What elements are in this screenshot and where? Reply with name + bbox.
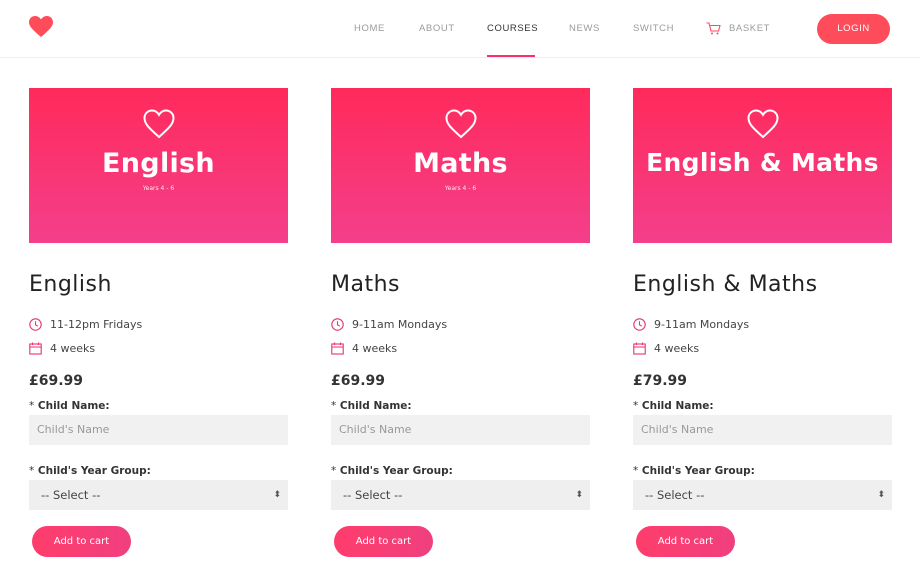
- child-name-label: * Child Name:: [331, 400, 412, 412]
- course-card-maths: Maths Years 4 - 6 Maths 9-11am Mondays 4…: [331, 88, 590, 557]
- child-name-label-text: Child Name:: [37, 400, 110, 412]
- course-card-english-maths: English & Maths English & Maths 9-11am M…: [633, 88, 892, 557]
- year-group-selected: -- Select --: [343, 488, 403, 502]
- course-time-text: 9-11am Mondays: [654, 318, 750, 331]
- year-group-label-text: Child's Year Group:: [37, 465, 151, 477]
- required-marker: *: [633, 465, 639, 477]
- year-group-selected: -- Select --: [41, 488, 101, 502]
- add-to-cart-button[interactable]: Add to cart: [334, 526, 433, 557]
- course-duration-text: 4 weeks: [50, 342, 96, 355]
- nav-news[interactable]: NEWS: [569, 23, 600, 34]
- nav-switch[interactable]: SWITCH: [633, 23, 674, 34]
- heart-outline-icon: [142, 109, 175, 139]
- heart-outline-icon: [444, 109, 477, 139]
- child-name-input[interactable]: Child's Name: [633, 415, 892, 445]
- required-marker: *: [331, 400, 337, 412]
- course-card-english: English Years 4 - 6 English 11-12pm Frid…: [29, 88, 288, 557]
- year-group-label: * Child's Year Group:: [633, 465, 755, 477]
- course-title: English & Maths: [633, 272, 818, 297]
- clock-icon: [633, 318, 646, 331]
- active-nav-indicator: [487, 55, 535, 57]
- child-name-label-text: Child Name:: [641, 400, 714, 412]
- year-group-select[interactable]: -- Select -- ⬍: [29, 480, 288, 510]
- banner-title: English & Maths: [646, 148, 879, 177]
- nav-about[interactable]: ABOUT: [419, 23, 455, 34]
- required-marker: *: [633, 400, 639, 412]
- year-group-label: * Child's Year Group:: [331, 465, 453, 477]
- course-time-text: 11-12pm Fridays: [50, 318, 143, 331]
- select-arrows-icon: ⬍: [273, 490, 281, 500]
- year-group-selected: -- Select --: [645, 488, 705, 502]
- add-to-cart-button[interactable]: Add to cart: [32, 526, 131, 557]
- site-header: HOME ABOUT COURSES NEWS SWITCH BASKET LO…: [0, 0, 920, 58]
- course-duration-text: 4 weeks: [352, 342, 398, 355]
- year-group-select[interactable]: -- Select -- ⬍: [633, 480, 892, 510]
- heart-outline-icon: [746, 109, 779, 139]
- clock-icon: [29, 318, 42, 331]
- banner-title: Maths: [413, 148, 508, 179]
- child-name-label: * Child Name:: [29, 400, 110, 412]
- nav-basket[interactable]: BASKET: [729, 23, 770, 34]
- required-marker: *: [29, 465, 35, 477]
- course-duration-text: 4 weeks: [654, 342, 700, 355]
- banner-subtitle: Years 4 - 6: [444, 185, 477, 192]
- child-name-input[interactable]: Child's Name: [29, 415, 288, 445]
- course-price: £79.99: [633, 373, 688, 389]
- year-group-label-text: Child's Year Group:: [641, 465, 755, 477]
- year-group-select[interactable]: -- Select -- ⬍: [331, 480, 590, 510]
- basket-icon[interactable]: [706, 22, 721, 35]
- heart-logo-icon[interactable]: [29, 16, 53, 38]
- child-name-label: * Child Name:: [633, 400, 714, 412]
- nav-courses[interactable]: COURSES: [487, 23, 538, 34]
- course-banner[interactable]: English & Maths: [633, 88, 892, 243]
- child-name-input[interactable]: Child's Name: [331, 415, 590, 445]
- nav-home[interactable]: HOME: [354, 23, 385, 34]
- calendar-icon: [633, 342, 646, 355]
- add-to-cart-button[interactable]: Add to cart: [636, 526, 735, 557]
- year-group-label-text: Child's Year Group:: [339, 465, 453, 477]
- required-marker: *: [331, 465, 337, 477]
- course-price: £69.99: [29, 373, 84, 389]
- select-arrows-icon: ⬍: [575, 490, 583, 500]
- child-name-label-text: Child Name:: [339, 400, 412, 412]
- clock-icon: [331, 318, 344, 331]
- calendar-icon: [29, 342, 42, 355]
- banner-subtitle: Years 4 - 6: [142, 185, 175, 192]
- course-time-text: 9-11am Mondays: [352, 318, 448, 331]
- calendar-icon: [331, 342, 344, 355]
- login-button[interactable]: LOGIN: [817, 14, 890, 44]
- course-price: £69.99: [331, 373, 386, 389]
- year-group-label: * Child's Year Group:: [29, 465, 151, 477]
- course-banner[interactable]: English Years 4 - 6: [29, 88, 288, 243]
- select-arrows-icon: ⬍: [877, 490, 885, 500]
- course-banner[interactable]: Maths Years 4 - 6: [331, 88, 590, 243]
- banner-title: English: [102, 148, 215, 179]
- required-marker: *: [29, 400, 35, 412]
- course-title: Maths: [331, 272, 400, 297]
- course-title: English: [29, 272, 112, 297]
